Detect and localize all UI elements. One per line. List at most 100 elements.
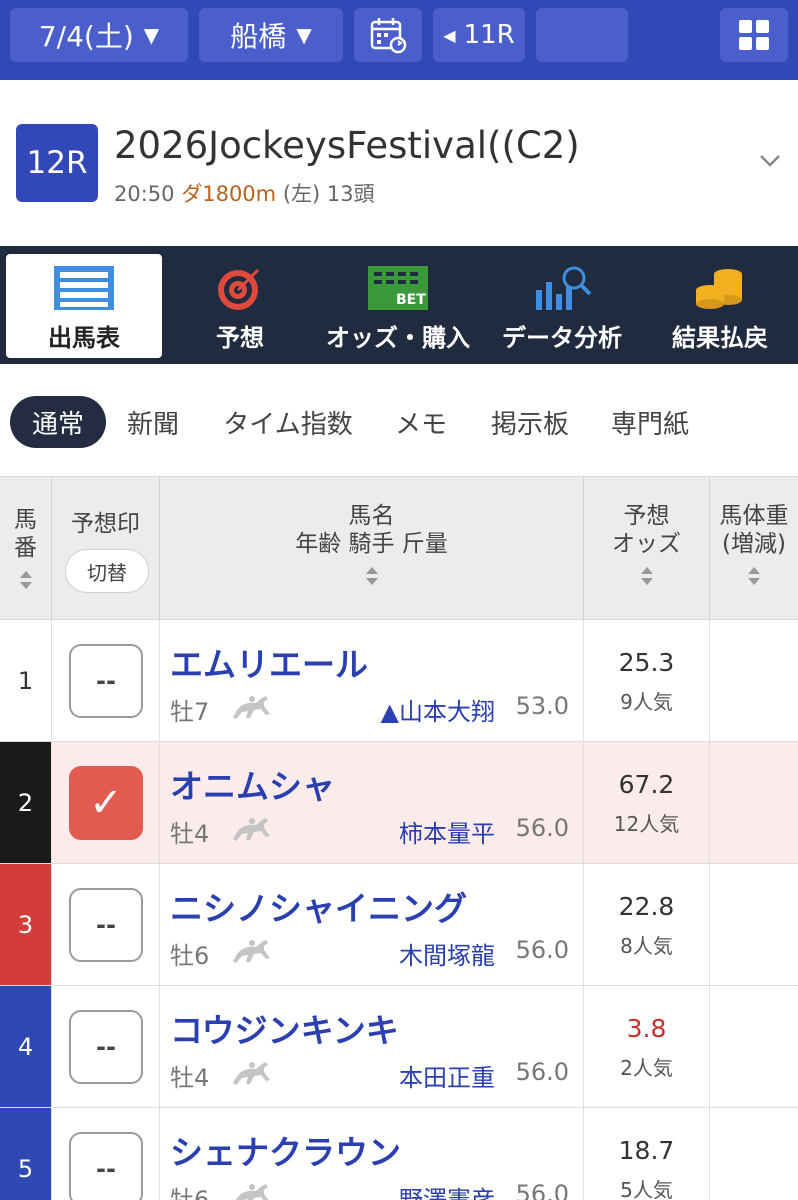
- jockey-name-link[interactable]: 本田正重: [399, 1058, 495, 1093]
- horse-cell: ニシノシャイニング 牡6 木間塚龍 56.0: [160, 864, 584, 985]
- table-row[interactable]: 1 -- エムリエール 牡7 ▲山本大翔 53.0 25.3 9人気: [0, 620, 798, 742]
- race-info: 20:50 ダ1800m (左) 13頭: [114, 178, 375, 208]
- mark-cell: --: [52, 864, 160, 985]
- sort-icon: [748, 567, 760, 585]
- grid-menu-button[interactable]: [720, 8, 788, 62]
- horse-number: 2: [0, 742, 52, 863]
- body-weight-cell: [710, 864, 798, 985]
- mark-select-button[interactable]: --: [69, 644, 143, 718]
- kinryo: 53.0: [515, 692, 569, 720]
- jockey-name-link[interactable]: 野澤憲彦: [399, 1180, 495, 1200]
- mark-toggle-button[interactable]: 切替: [65, 549, 149, 593]
- kinryo: 56.0: [515, 814, 569, 842]
- popularity: 8人気: [620, 934, 673, 958]
- horse-number: 4: [0, 986, 52, 1107]
- horse-sex-age: 牡4: [170, 1064, 210, 1092]
- odds-cell: 67.2 12人気: [584, 742, 710, 863]
- chevron-down-icon[interactable]: [756, 146, 784, 174]
- horse-sex-age: 牡6: [170, 942, 210, 970]
- bet-icon: BET: [368, 266, 428, 310]
- coins-icon: [696, 269, 742, 309]
- mark-cell: --: [52, 1108, 160, 1200]
- nav-prediction[interactable]: 予想: [162, 254, 318, 358]
- horse-number: 5: [0, 1108, 52, 1200]
- mark-select-button[interactable]: --: [69, 1132, 143, 1200]
- nav-data-analysis[interactable]: データ分析: [482, 254, 642, 358]
- tab-board[interactable]: 掲示板: [480, 396, 580, 448]
- header-body-weight[interactable]: 馬体重 (増減): [710, 477, 798, 620]
- header-odds[interactable]: 予想 オッズ: [584, 477, 710, 620]
- header-mark-label: 予想印: [71, 511, 140, 537]
- header-horse-name[interactable]: 馬名 年齢 騎手 斤量: [160, 477, 584, 620]
- tab-memo[interactable]: メモ: [384, 396, 458, 448]
- venue-selector[interactable]: 船橋 ▼: [199, 8, 343, 62]
- popularity: 5人気: [620, 1178, 673, 1200]
- nav-label: 予想: [216, 324, 264, 352]
- horse-name-link[interactable]: オニムシャ: [170, 760, 335, 808]
- nav-race-card[interactable]: 出馬表: [6, 254, 162, 358]
- date-selector[interactable]: 7/4(土) ▼: [10, 8, 188, 62]
- date-label: 7/4(土): [38, 20, 134, 53]
- nav-label: データ分析: [502, 324, 622, 352]
- horse-cell: シェナクラウン 牡6 野澤憲彦 56.0: [160, 1108, 584, 1200]
- race-title: 2026JockeysFestival((C2): [114, 124, 580, 167]
- next-race-button[interactable]: [536, 8, 628, 62]
- race-time: 20:50: [114, 182, 175, 206]
- header-number[interactable]: 馬 番: [0, 477, 52, 620]
- mark-select-button[interactable]: ✓: [69, 766, 143, 840]
- popularity: 2人気: [620, 1056, 673, 1080]
- tab-newspaper[interactable]: 新聞: [118, 396, 188, 448]
- race-card-icon: [54, 266, 114, 310]
- horse-name-link[interactable]: ニシノシャイニング: [170, 882, 467, 930]
- horse-sex-age: 牡6: [170, 1186, 210, 1200]
- body-weight-cell: [710, 620, 798, 741]
- table-row[interactable]: 4 -- コウジンキンキ 牡4 本田正重 56.0 3.8 2人気: [0, 986, 798, 1108]
- nav-odds-purchase[interactable]: BET オッズ・購入: [318, 254, 478, 358]
- prev-race-button[interactable]: ◀ 11R: [433, 8, 525, 62]
- calendar-refresh-icon: [370, 18, 407, 54]
- tab-time-index[interactable]: タイム指数: [212, 396, 364, 448]
- header-name-line2: 年齢 騎手 斤量: [295, 531, 448, 557]
- jockey-name-link[interactable]: 木間塚龍: [399, 936, 495, 971]
- odds-value: 25.3: [618, 648, 675, 677]
- main-nav: 出馬表 予想 BET オッズ・購入 データ分析 結果払戻: [0, 246, 798, 364]
- caret-down-icon: ▼: [143, 23, 160, 47]
- header-weight-line2: (増減): [722, 531, 786, 557]
- svg-text:BET: BET: [396, 292, 426, 308]
- mark-select-button[interactable]: --: [69, 1010, 143, 1084]
- horse-name-link[interactable]: シェナクラウン: [170, 1126, 401, 1174]
- mark-cell: ✓: [52, 742, 160, 863]
- calendar-button[interactable]: [354, 8, 422, 62]
- table-row[interactable]: 3 -- ニシノシャイニング 牡6 木間塚龍 56.0 22.8 8人気: [0, 864, 798, 986]
- table-header: 馬 番 予想印 切替 馬名 年齢 騎手 斤量 予想 オッズ 馬体重 (増減): [0, 476, 798, 620]
- kinryo: 56.0: [515, 936, 569, 964]
- race-header[interactable]: 12R 2026JockeysFestival((C2) 20:50 ダ1800…: [0, 80, 798, 246]
- odds-cell: 3.8 2人気: [584, 986, 710, 1107]
- jockey-name-link[interactable]: 柿本量平: [399, 814, 495, 849]
- table-row[interactable]: 5 -- シェナクラウン 牡6 野澤憲彦 56.0 18.7 5人気: [0, 1108, 798, 1200]
- table-row[interactable]: 2 ✓ オニムシャ 牡4 柿本量平 56.0 67.2 12人気: [0, 742, 798, 864]
- tab-normal[interactable]: 通常: [10, 396, 106, 448]
- nav-results-payout[interactable]: 結果払戻: [642, 254, 798, 358]
- tab-expert-paper[interactable]: 専門紙: [600, 396, 700, 448]
- mark-select-button[interactable]: --: [69, 888, 143, 962]
- racehorse-icon: [236, 1184, 269, 1200]
- odds-cell: 25.3 9人気: [584, 620, 710, 741]
- sort-icon: [20, 571, 32, 589]
- nav-label: オッズ・購入: [326, 324, 470, 352]
- sort-icon: [641, 567, 653, 585]
- horse-name-link[interactable]: コウジンキンキ: [170, 1004, 399, 1052]
- jockey-name-link[interactable]: ▲山本大翔: [381, 692, 495, 727]
- racehorse-icon: [233, 1062, 270, 1085]
- racehorse-icon: [233, 818, 270, 841]
- body-weight-cell: [710, 1108, 798, 1200]
- header-weight-line1: 馬体重: [719, 503, 789, 529]
- horse-cell: エムリエール 牡7 ▲山本大翔 53.0: [160, 620, 584, 741]
- horse-sex-age: 牡4: [170, 820, 210, 848]
- header-number-line2: 番: [14, 535, 37, 561]
- horse-name-link[interactable]: エムリエール: [170, 638, 368, 686]
- horse-cell: オニムシャ 牡4 柿本量平 56.0: [160, 742, 584, 863]
- race-number-badge: 12R: [16, 124, 98, 202]
- race-runners: 13頭: [326, 182, 375, 206]
- kinryo: 56.0: [515, 1058, 569, 1086]
